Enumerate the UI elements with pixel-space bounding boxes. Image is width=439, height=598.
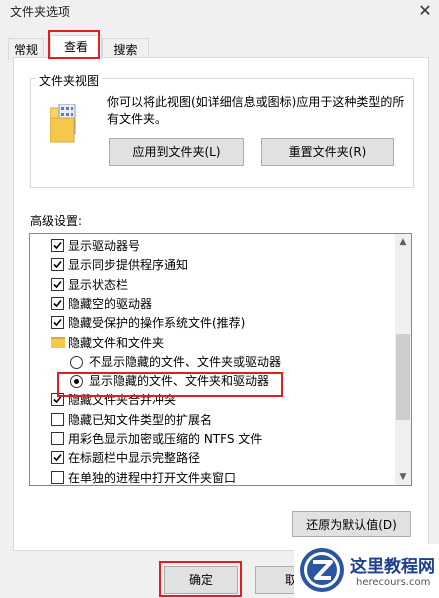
advanced-item-7[interactable]: 显示隐藏的文件、文件夹和驱动器 [30, 371, 410, 391]
watermark: 这里教程网 herecours.com [294, 544, 439, 598]
checkbox[interactable] [51, 470, 64, 484]
checkbox[interactable] [51, 451, 64, 465]
checkbox[interactable] [51, 277, 64, 291]
advanced-item-0[interactable]: 显示驱动器号 [30, 236, 410, 256]
folder-views-description: 你可以将此视图(如详细信息或图标)应用于这种类型的所有文件夹。 [107, 95, 405, 126]
scrollbar-thumb[interactable] [396, 334, 410, 420]
checkbox[interactable] [51, 316, 64, 330]
scroll-up-arrow-icon[interactable]: ▲ [395, 234, 411, 250]
scroll-down-arrow-icon[interactable]: ▼ [395, 469, 411, 485]
advanced-item-9[interactable]: 隐藏已知文件类型的扩展名 [30, 410, 410, 430]
radio-button[interactable] [70, 355, 83, 369]
checkbox[interactable] [51, 258, 64, 272]
advanced-item-label: 隐藏文件和文件夹 [68, 335, 165, 350]
checkbox[interactable] [51, 432, 64, 445]
folder-view-icon [49, 103, 76, 147]
checkbox[interactable] [51, 412, 64, 426]
reset-folders-button[interactable]: 重置文件夹(R) [261, 138, 394, 166]
watermark-url: herecours.com [356, 577, 431, 588]
advanced-item-3[interactable]: 隐藏空的驱动器 [30, 294, 410, 314]
advanced-item-11[interactable]: 在标题栏中显示完整路径 [30, 448, 410, 468]
advanced-item-12[interactable]: 在单独的进程中打开文件夹窗口 [30, 468, 410, 485]
tab-view[interactable]: 查看 [50, 35, 102, 59]
advanced-item-6[interactable]: 不显示隐藏的文件、文件夹或驱动器 [30, 352, 410, 372]
advanced-item-1[interactable]: 显示同步提供程序通知 [30, 255, 410, 275]
advanced-item-label: 显示同步提供程序通知 [68, 258, 189, 273]
advanced-item-2[interactable]: 显示状态栏 [30, 275, 410, 295]
window-title: 文件夹选项 [10, 5, 71, 19]
close-icon[interactable]: ✕ [415, 0, 435, 22]
folder-views-title: 文件夹视图 [36, 72, 103, 89]
advanced-item-label: 隐藏文件夹合并冲突 [68, 393, 177, 408]
watermark-logo-icon [300, 548, 344, 592]
checkbox[interactable] [51, 296, 64, 310]
advanced-item-label: 隐藏受保护的操作系统文件(推荐) [68, 316, 246, 331]
advanced-list-scrollbar[interactable]: ▲ ▼ [395, 234, 411, 485]
advanced-item-5: 隐藏文件和文件夹 [30, 333, 410, 353]
radio-button[interactable] [70, 375, 83, 389]
advanced-item-label: 用彩色显示加密或压缩的 NTFS 文件 [68, 432, 263, 446]
advanced-item-8[interactable]: 隐藏文件夹合并冲突 [30, 390, 410, 410]
folder-icon [51, 336, 65, 348]
advanced-item-4[interactable]: 隐藏受保护的操作系统文件(推荐) [30, 313, 410, 333]
restore-defaults-button[interactable]: 还原为默认值(D) [292, 511, 411, 537]
ok-button[interactable]: 确定 [164, 566, 238, 594]
advanced-item-label: 显示驱动器号 [68, 239, 141, 253]
apply-to-folders-button[interactable]: 应用到文件夹(L) [109, 138, 244, 166]
advanced-item-label: 在标题栏中显示完整路径 [68, 451, 201, 466]
advanced-item-label: 隐藏已知文件类型的扩展名 [68, 412, 213, 427]
advanced-item-label: 显示状态栏 [68, 277, 129, 292]
advanced-settings-label: 高级设置: [30, 214, 83, 228]
checkbox[interactable] [51, 393, 64, 407]
advanced-item-label: 在单独的进程中打开文件夹窗口 [68, 470, 237, 485]
advanced-item-label: 显示隐藏的文件、文件夹和驱动器 [89, 374, 270, 389]
advanced-item-label: 隐藏空的驱动器 [68, 296, 153, 311]
advanced-settings-list: 显示驱动器号显示同步提供程序通知 显示状态栏隐藏空的驱动器隐藏受保护的操作系统文件… [29, 233, 412, 486]
checkbox[interactable] [51, 239, 64, 252]
watermark-text: 这里教程网 [350, 557, 435, 577]
advanced-item-10[interactable]: 用彩色显示加密或压缩的 NTFS 文件 [30, 429, 410, 449]
advanced-item-label: 不显示隐藏的文件、文件夹或驱动器 [89, 354, 282, 369]
